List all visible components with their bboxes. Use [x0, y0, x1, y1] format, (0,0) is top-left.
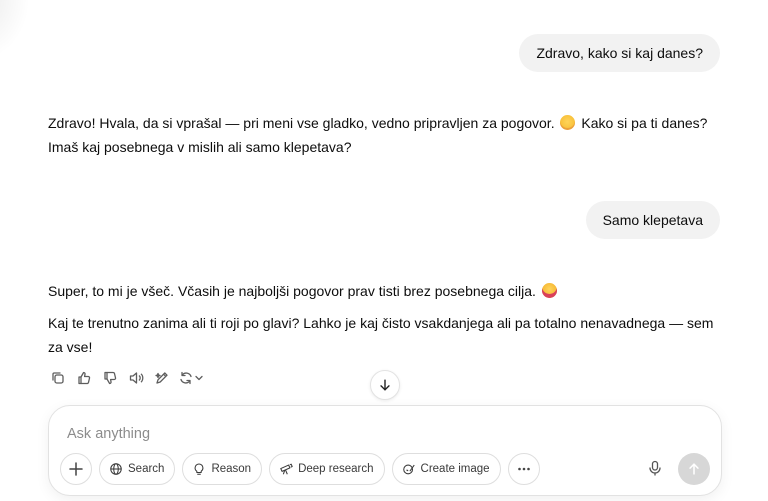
image-brush-icon	[402, 464, 415, 475]
send-button[interactable]	[678, 453, 710, 485]
regenerate-icon[interactable]	[177, 367, 207, 389]
assistant-text: Kaj te trenutno zanima ali ti roji po gl…	[48, 315, 714, 355]
assistant-paragraph: Kaj te trenutno zanima ali ti roji po gl…	[48, 311, 720, 359]
user-message-text: Zdravo, kako si kaj danes?	[536, 45, 703, 61]
assistant-text: Zdravo! Hvala, da si vprašal — pri meni …	[48, 115, 555, 131]
assistant-paragraph: Super, to mi je všeč. Včasih je najboljš…	[48, 279, 720, 303]
copy-icon[interactable]	[47, 367, 69, 389]
plus-icon	[69, 462, 83, 476]
create-image-button[interactable]: Create image	[391, 453, 501, 485]
arrow-down-icon	[380, 379, 390, 391]
microphone-icon	[649, 460, 661, 476]
telescope-icon	[280, 463, 293, 475]
create-image-label: Create image	[420, 463, 490, 475]
edit-icon[interactable]	[151, 367, 173, 389]
search-button[interactable]: Search	[99, 453, 176, 485]
prompt-input[interactable]	[65, 422, 629, 446]
message-actions	[47, 367, 207, 389]
user-message: Zdravo, kako si kaj danes?	[519, 34, 720, 72]
arrow-up-icon	[689, 463, 699, 475]
assistant-message: Super, to mi je všeč. Včasih je najboljš…	[48, 279, 720, 359]
thumbs-down-icon[interactable]	[99, 367, 121, 389]
user-message-text: Samo klepetava	[602, 212, 703, 228]
user-message: Samo klepetava	[585, 201, 720, 239]
deep-research-button[interactable]: Deep research	[269, 453, 385, 485]
lightbulb-icon	[194, 463, 204, 475]
thumbs-up-icon[interactable]	[73, 367, 95, 389]
assistant-text: Super, to mi je všeč. Včasih je najboljš…	[48, 283, 536, 299]
reason-label: Reason	[211, 463, 252, 475]
composer-tools: Search Reason Deep research Create image	[60, 453, 540, 485]
reason-button[interactable]: Reason	[182, 453, 263, 485]
grinning-tongue-emoji	[541, 283, 557, 298]
search-label: Search	[128, 463, 165, 475]
more-icon	[517, 467, 530, 471]
globe-icon	[110, 463, 122, 475]
dictate-button[interactable]	[641, 454, 669, 482]
assistant-message: Zdravo! Hvala, da si vprašal — pri meni …	[48, 111, 720, 159]
attach-button[interactable]	[60, 453, 92, 485]
read-aloud-icon[interactable]	[125, 367, 147, 389]
scroll-to-bottom-button[interactable]	[370, 370, 400, 400]
more-tools-button[interactable]	[507, 453, 540, 485]
assistant-paragraph: Zdravo! Hvala, da si vprašal — pri meni …	[48, 111, 720, 159]
composer: Search Reason Deep research Create image	[48, 405, 722, 496]
deep-research-label: Deep research	[298, 463, 374, 475]
sidebar-edge-shadow	[0, 0, 30, 60]
smiling-face-emoji	[560, 115, 576, 130]
